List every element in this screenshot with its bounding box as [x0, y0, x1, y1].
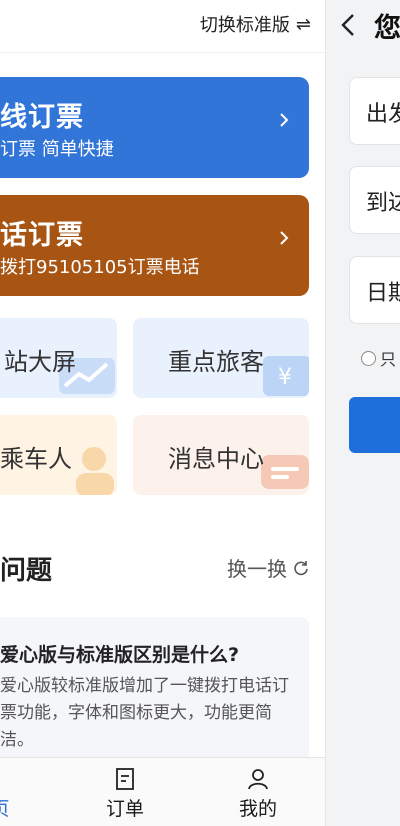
departure-label: 出发 [366, 102, 400, 127]
switch-label: 切换标准版 [199, 15, 290, 36]
departure-field[interactable]: 出发 [349, 77, 400, 145]
message-center-tile[interactable]: 消息中心 [133, 415, 309, 495]
greeting-title: 您 [374, 13, 400, 44]
message-center-label: 消息中心 [168, 445, 264, 473]
order-list-icon [116, 768, 134, 790]
phone-booking-subtitle: 拨打95105105订票电话 [0, 257, 200, 278]
phone-booking-title: 话订票 [0, 220, 84, 251]
tab-orders[interactable]: 订单 [95, 758, 155, 826]
chevron-right-icon [280, 113, 289, 127]
faq-refresh-button[interactable]: 换一换 [227, 553, 309, 582]
user-icon [248, 769, 268, 790]
tab-home-label: 页 [0, 794, 30, 821]
tab-orders-label: 订单 [105, 798, 144, 820]
date-label: 日期 [366, 281, 400, 306]
svg-text:¥: ¥ [278, 365, 292, 390]
tab-mine-label: 我的 [238, 798, 277, 820]
booking-screen: 您 出发 到达 日期 只 [325, 0, 400, 826]
refresh-icon [294, 560, 308, 575]
online-booking-subtitle: 订票 简单快捷 [0, 139, 114, 160]
message-decoration-icon [261, 455, 309, 489]
arrival-label: 到达 [366, 191, 400, 216]
date-field[interactable]: 日期 [349, 256, 400, 324]
faq-question: 爱心版与标准版区别是什么? [0, 644, 240, 666]
faq-title: 问题 [0, 556, 53, 586]
online-booking-card[interactable]: 线订票 订票 简单快捷 [0, 77, 309, 178]
chevron-right-icon [280, 231, 289, 245]
person-decoration-icon [76, 447, 114, 495]
arrival-field[interactable]: 到达 [349, 166, 400, 234]
tab-mine[interactable]: 我的 [228, 758, 288, 826]
faq-refresh-label: 换一换 [227, 557, 287, 581]
phone-booking-card[interactable]: 话订票 拨打95105105订票电话 [0, 195, 309, 296]
back-arrow-icon[interactable] [338, 10, 358, 40]
key-passenger-tile[interactable]: ¥ 重点旅客 [133, 318, 309, 398]
bottom-tab-bar: 页 订单 我的 [0, 757, 325, 826]
passengers-tile[interactable]: 乘车人 [0, 415, 117, 495]
station-screen-label: 站大屏 [4, 348, 76, 376]
only-option-label: 只 [380, 350, 397, 369]
only-option-checkbox[interactable]: 只 [361, 346, 396, 370]
swap-arrows-icon: ⇌ [295, 13, 311, 35]
faq-card[interactable]: 爱心版与标准版区别是什么? 爱心版较标准版增加了一键拨打电话订票功能，字体和图标… [0, 617, 309, 767]
home-screen: 切换标准版 ⇌ 线订票 订票 简单快捷 话订票 拨打95105105订票电话 站… [0, 0, 325, 826]
tab-home[interactable]: 页 [0, 758, 30, 826]
passengers-label: 乘车人 [0, 445, 72, 473]
station-screen-tile[interactable]: 站大屏 [0, 318, 117, 398]
radio-circle-icon [361, 350, 376, 366]
faq-answer: 爱心版较标准版增加了一键拨打电话订票功能，字体和图标更大，功能更简洁。 [0, 676, 289, 750]
online-booking-title: 线订票 [0, 102, 84, 133]
switch-standard-button[interactable]: 切换标准版 ⇌ [200, 11, 311, 37]
key-passenger-label: 重点旅客 [168, 348, 264, 376]
top-bar: 切换标准版 ⇌ [0, 0, 325, 53]
search-button[interactable] [349, 397, 400, 453]
yen-ticket-icon: ¥ [263, 356, 309, 396]
